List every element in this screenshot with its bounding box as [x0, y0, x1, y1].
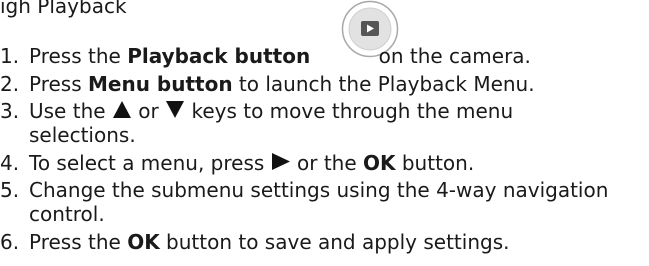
step-number: 4.: [0, 151, 20, 175]
list-item: 1. Press the Playback button on the camer…: [0, 44, 531, 68]
right-arrow-icon: [271, 153, 290, 170]
step-number: 3.: [0, 99, 20, 123]
list-item: 3. Use the or keys to move through the me…: [0, 99, 514, 123]
list-item-continuation: control.: [29, 202, 105, 226]
list-item: 5. Change the submenu settings using the …: [0, 178, 609, 202]
list-item: 6. Press the OK button to save and apply …: [0, 230, 510, 254]
step-number: 1.: [0, 44, 20, 68]
list-item: 4. To select a menu, press or the OK butt…: [0, 151, 475, 175]
ok-button-term: OK: [363, 151, 396, 175]
ok-button-term: OK: [127, 230, 160, 254]
step-number: 5.: [0, 178, 20, 202]
list-item-continuation: selections.: [29, 123, 136, 147]
step-number: 2.: [0, 72, 20, 96]
list-item: 2. Press Menu button to launch the Playba…: [0, 72, 535, 96]
up-arrow-icon: [112, 101, 131, 118]
playback-button-term: Playback button: [127, 44, 311, 68]
menu-button-term: Menu button: [88, 72, 233, 96]
partial-header-text: igh Playback: [0, 0, 127, 18]
step-number: 6.: [0, 230, 20, 254]
down-arrow-icon: [166, 101, 185, 118]
